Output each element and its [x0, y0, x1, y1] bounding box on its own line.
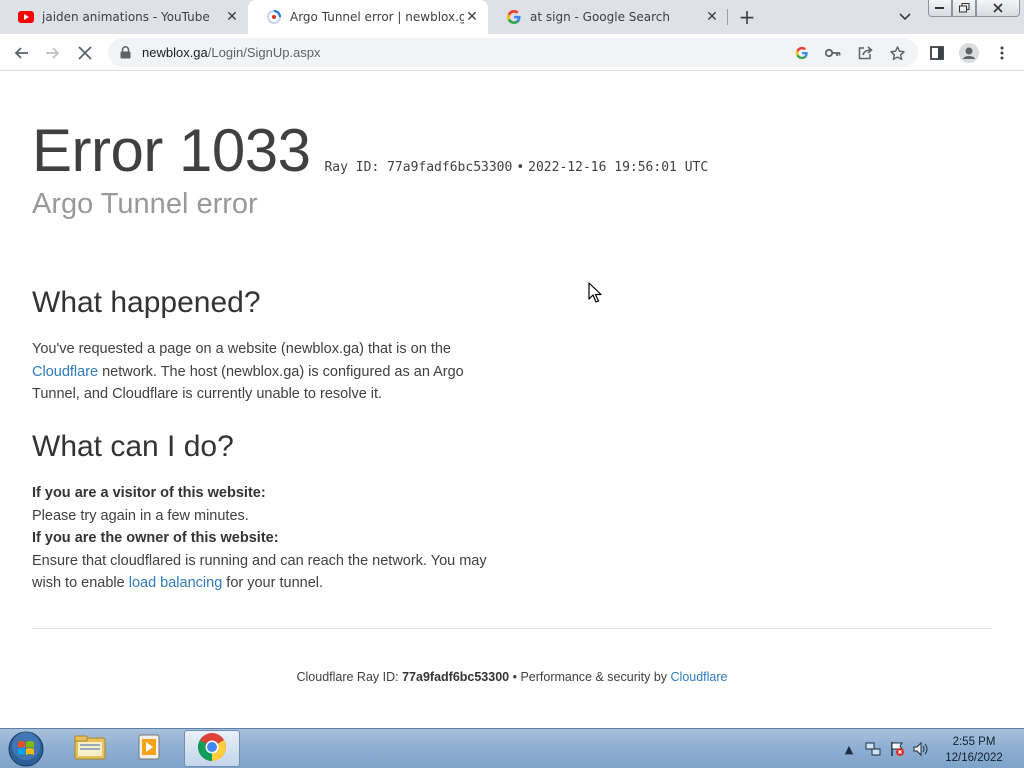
ray-id-label: Ray ID: 77a9fadf6bc53300	[324, 160, 513, 175]
footer-divider	[32, 628, 992, 629]
tab-google-search[interactable]: at sign - Google Search ✕	[488, 0, 728, 34]
what-happened-section: What happened? You've requested a page o…	[32, 286, 512, 406]
close-window-button[interactable]	[976, 0, 1020, 17]
system-tray: ▲	[840, 729, 936, 768]
taskbar-file-explorer[interactable]	[62, 730, 118, 767]
mouse-cursor-icon	[588, 282, 602, 308]
footer-cloudflare-link[interactable]: Cloudflare	[671, 670, 728, 684]
more-options-icon[interactable]	[991, 42, 1013, 64]
what-happened-heading: What happened?	[32, 286, 261, 319]
what-can-i-do-section: What can I do? If you are a visitor of t…	[32, 430, 512, 595]
cloudflare-link[interactable]: Cloudflare	[32, 364, 98, 380]
tab-youtube[interactable]: jaiden animations - YouTube ✕	[0, 0, 248, 34]
tab-title: Argo Tunnel error | newblox.ga | C	[290, 10, 464, 24]
error-header: Error 1033 Ray ID: 77a9fadf6bc53300 • 2022…	[32, 116, 708, 185]
tab-strip: jaiden animations - YouTube ✕ Argo Tunne…	[0, 0, 1024, 34]
browser-toolbar: newblox.ga/Login/SignUp.aspx	[0, 34, 1024, 71]
stop-loading-button[interactable]	[74, 42, 96, 64]
media-player-icon	[137, 733, 163, 765]
show-hidden-icons-icon[interactable]: ▲	[840, 740, 858, 758]
what-can-i-do-heading: What can I do?	[32, 430, 234, 463]
window-controls	[928, 0, 1020, 18]
google-icon	[506, 9, 522, 25]
password-key-icon[interactable]	[825, 45, 841, 61]
footer-ray-label: Cloudflare Ray ID:	[296, 670, 403, 684]
folder-icon	[74, 733, 106, 765]
close-tab-icon[interactable]: ✕	[224, 9, 240, 25]
share-icon[interactable]	[857, 45, 873, 61]
tab-title: at sign - Google Search	[530, 10, 670, 24]
volume-icon[interactable]	[912, 740, 930, 758]
page-content: Error 1033 Ray ID: 77a9fadf6bc53300 • 2022…	[0, 72, 1024, 728]
url-path: /Login/SignUp.aspx	[207, 45, 321, 60]
footer-perf-text: Performance & security by	[520, 670, 671, 684]
owner-text-end: for your tunnel.	[222, 575, 324, 591]
close-tab-icon[interactable]: ✕	[464, 9, 480, 25]
tab-search-button[interactable]	[896, 8, 914, 26]
url-text[interactable]: newblox.ga/Login/SignUp.aspx	[142, 45, 321, 60]
clock-time: 2:55 PM	[952, 736, 996, 748]
start-button[interactable]	[6, 730, 46, 768]
bookmark-star-icon[interactable]	[889, 45, 905, 61]
taskbar: ▲ 2:55 PM 12/16/2022	[0, 728, 1024, 768]
minimize-button[interactable]	[928, 0, 952, 17]
action-center-flag-icon[interactable]	[888, 740, 906, 758]
what-can-i-do-text: If you are a visitor of this website: Pl…	[32, 482, 512, 595]
error-title: Error 1033	[32, 117, 311, 184]
error-subtitle: Argo Tunnel error	[32, 188, 258, 220]
chrome-icon	[197, 732, 227, 766]
what-happened-text-1: You've requested a page on a website (ne…	[32, 341, 451, 357]
back-button[interactable]	[10, 42, 32, 64]
restore-button[interactable]	[952, 0, 976, 17]
google-lens-icon[interactable]	[794, 45, 810, 61]
close-tab-icon[interactable]: ✕	[704, 9, 720, 25]
address-bar[interactable]: newblox.ga/Login/SignUp.aspx	[108, 38, 918, 67]
tab-separator	[727, 9, 728, 25]
lock-icon[interactable]	[118, 45, 132, 59]
owner-label: If you are the owner of this website:	[32, 530, 279, 546]
forward-button[interactable]	[42, 42, 64, 64]
footer-separator: •	[509, 670, 521, 684]
footer-ray-id: 77a9fadf6bc53300	[402, 670, 510, 684]
youtube-icon	[18, 9, 34, 25]
footer: Cloudflare Ray ID: 77a9fadf6bc53300 • Pe…	[0, 670, 1024, 684]
taskbar-media-player[interactable]	[122, 730, 178, 767]
side-panel-icon[interactable]	[926, 42, 948, 64]
new-tab-button[interactable]: +	[736, 5, 758, 29]
error-timestamp: 2022-12-16 19:56:01 UTC	[528, 160, 709, 175]
clock-date: 12/16/2022	[945, 752, 1003, 764]
error-ray-info: Ray ID: 77a9fadf6bc53300 • 2022-12-16 19:5…	[324, 160, 708, 175]
visitor-text: Please try again in a few minutes.	[32, 507, 249, 524]
ray-separator: •	[516, 160, 525, 175]
network-icon[interactable]	[864, 740, 882, 758]
tab-argo-tunnel-error[interactable]: Argo Tunnel error | newblox.ga | C ✕	[248, 0, 488, 34]
what-happened-text: You've requested a page on a website (ne…	[32, 338, 512, 406]
visitor-label: If you are a visitor of this website:	[32, 485, 266, 501]
load-balancing-link[interactable]: load balancing	[129, 575, 223, 591]
tab-title: jaiden animations - YouTube	[42, 10, 210, 24]
url-host: newblox.ga	[142, 45, 208, 60]
taskbar-clock[interactable]: 2:55 PM 12/16/2022	[934, 734, 1014, 766]
loading-icon	[266, 9, 282, 25]
profile-avatar-icon[interactable]	[958, 42, 980, 64]
taskbar-chrome[interactable]	[184, 730, 240, 767]
